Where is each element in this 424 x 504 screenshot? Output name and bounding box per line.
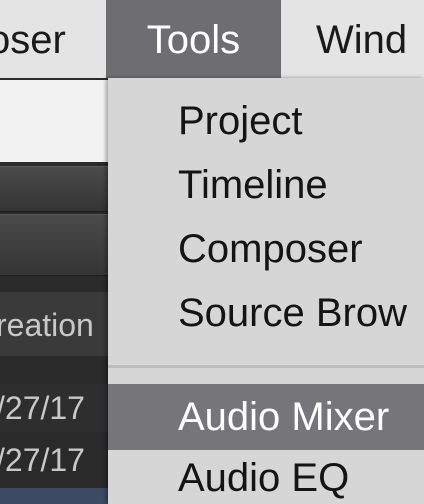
background-search-field[interactable] xyxy=(0,80,108,162)
table-row-date[interactable]: /27/17 xyxy=(0,436,108,484)
background-toolbar-bar[interactable] xyxy=(0,166,108,212)
menubar-separator xyxy=(98,0,106,78)
menu-divider xyxy=(108,365,424,368)
menu-item-project[interactable]: Project xyxy=(108,90,424,152)
menubar-item-label: oser xyxy=(0,18,66,62)
table-row-selected[interactable] xyxy=(0,488,108,504)
menu-item-audio-eq[interactable]: Audio EQ xyxy=(108,448,424,504)
menubar-item-label: Wind xyxy=(316,18,408,62)
column-header-creation[interactable]: reation xyxy=(0,292,108,356)
background-toolbar-bar[interactable] xyxy=(0,214,108,276)
table-row-date[interactable]: /27/17 xyxy=(0,384,108,432)
menu-item-audio-mixer[interactable]: Audio Mixer xyxy=(108,384,424,450)
screen: reation /27/17 /27/17 oser Tools Wind Pr… xyxy=(0,0,424,504)
menubar-item-window[interactable]: Wind xyxy=(316,0,424,78)
menubar-item-label: Tools xyxy=(146,18,241,62)
menu-item-source-browser[interactable]: Source Brow xyxy=(108,282,424,344)
tools-dropdown-menu: Project Timeline Composer Source Brow Au… xyxy=(108,78,424,504)
menu-item-timeline[interactable]: Timeline xyxy=(108,154,424,216)
menubar-item-composer[interactable]: oser xyxy=(0,0,98,78)
menu-bar: oser Tools Wind xyxy=(0,0,424,78)
menu-item-composer[interactable]: Composer xyxy=(108,218,424,280)
menubar-item-tools[interactable]: Tools xyxy=(106,0,281,78)
